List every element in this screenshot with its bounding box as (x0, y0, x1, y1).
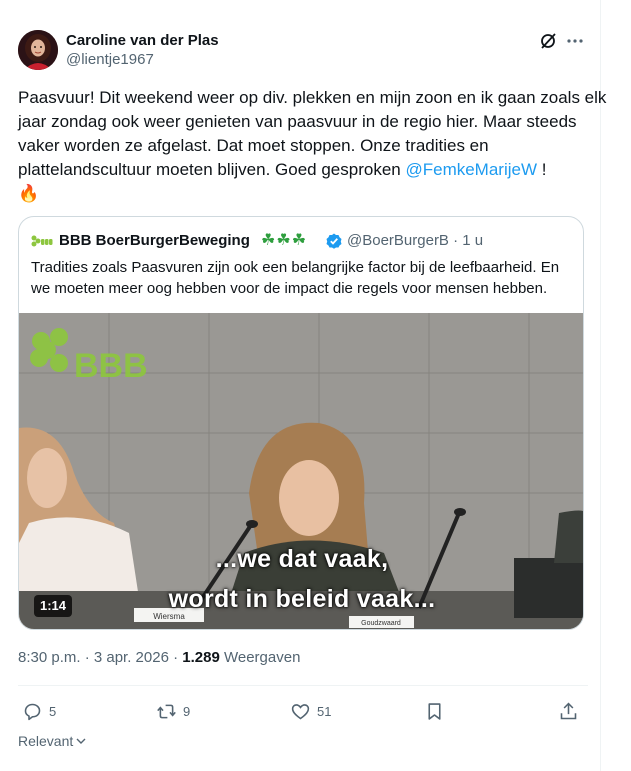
share-icon (560, 702, 577, 719)
mention-link[interactable]: @FemkeMarijeW (405, 160, 537, 179)
video-duration-badge: 1:14 (34, 595, 73, 617)
repost-button[interactable]: 9 (156, 698, 190, 724)
repost-icon (157, 704, 176, 718)
video-caption-line2: wordt in beleid vaak... (168, 585, 436, 613)
video-caption-line1: ...we dat vaak, (215, 545, 389, 573)
quote-handle-time[interactable]: @BoerBurgerB · 1 u (347, 230, 483, 252)
views-count: 1.289 (182, 649, 220, 666)
reply-icon (24, 703, 41, 720)
bookmark-icon (428, 702, 441, 720)
sort-relevant-dropdown[interactable]: Relevant (18, 733, 87, 749)
like-button[interactable]: 51 (290, 698, 331, 724)
action-bar: 5 9 51 (18, 698, 586, 724)
divider (18, 685, 588, 686)
tweet-timestamp[interactable]: 8:30 p.m. · 3 apr. 2026 · (18, 649, 182, 666)
video-player[interactable]: Wiersma Goudzwaard BBB ...we dat vaak, w… (19, 313, 583, 629)
like-count: 51 (317, 703, 332, 719)
more-icon[interactable] (565, 32, 585, 50)
bbb-video-logo-text: BBB (74, 347, 148, 385)
verified-icon (326, 233, 342, 249)
quoted-tweet-card[interactable]: BBB BoerBurgerBeweging ☘☘☘ @BoerBurgerB … (18, 216, 584, 630)
tweet-header: Caroline van der Plas @lientje1967 (18, 30, 586, 70)
quote-header: BBB BoerBurgerBeweging ☘☘☘ @BoerBurgerB … (31, 230, 571, 252)
views-label: Weergaven (219, 649, 301, 666)
quote-author-name[interactable]: BBB BoerBurgerBeweging (59, 230, 250, 252)
reply-count: 5 (49, 703, 57, 719)
fire-emoji: 🔥 (18, 184, 40, 203)
video-frame: Wiersma Goudzwaard BBB (19, 313, 583, 629)
chevron-down-icon (76, 738, 86, 744)
tweet-text: Paasvuur! Dit weekend weer op div. plekk… (18, 86, 613, 206)
clover-emojis: ☘☘☘ (261, 232, 308, 249)
bookmark-button[interactable] (424, 698, 445, 724)
author-handle[interactable]: @lientje1967 (66, 50, 154, 70)
like-icon (291, 703, 310, 719)
grok-icon[interactable] (539, 32, 557, 50)
tweet-meta: 8:30 p.m. · 3 apr. 2026 · 1.289 Weergave… (18, 648, 300, 668)
tweet-text-end: ! (537, 160, 547, 179)
nameplate-right: Goudzwaard (361, 620, 401, 627)
bbb-logo-icon (31, 235, 53, 247)
share-button[interactable] (558, 698, 579, 724)
author-name[interactable]: Caroline van der Plas (66, 31, 219, 51)
reply-button[interactable]: 5 (22, 698, 56, 724)
author-avatar[interactable] (18, 30, 58, 70)
quote-text: Tradities zoals Paasvuren zijn ook een b… (31, 259, 560, 297)
repost-count: 9 (183, 703, 191, 719)
sort-label: Relevant (18, 733, 74, 749)
